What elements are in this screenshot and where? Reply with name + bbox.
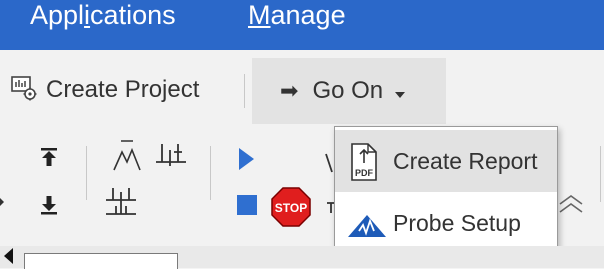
- move-to-bottom-icon[interactable]: [38, 194, 60, 221]
- divider: [600, 146, 601, 202]
- divider: [244, 74, 245, 108]
- menu-item-create-report[interactable]: PDF Create Report: [335, 130, 557, 192]
- menu-applications-text-2: cations: [90, 0, 176, 30]
- spectrum-bars-icon[interactable]: [154, 140, 188, 177]
- ribbon-scroll-icon[interactable]: [0, 198, 4, 206]
- divider: [86, 146, 87, 200]
- pdf-icon-text: PDF: [355, 168, 374, 178]
- play-icon[interactable]: [236, 146, 256, 177]
- menu-item-probe-setup[interactable]: Probe Setup: [335, 192, 557, 254]
- scroll-left-icon[interactable]: [4, 248, 13, 264]
- menu-item-create-report-label: Create Report: [393, 147, 538, 174]
- create-project-icon: [10, 74, 38, 107]
- divider: [210, 146, 211, 200]
- menu-manage-mnemonic: M: [248, 0, 271, 30]
- menu-item-probe-setup-label: Probe Setup: [393, 209, 521, 236]
- go-on-label: Go On: [312, 77, 384, 104]
- pdf-document-icon: PDF: [347, 141, 381, 181]
- create-project-label: Create Project: [46, 76, 200, 103]
- arrow-right-icon: ➡: [280, 78, 299, 103]
- chevron-down-icon: [395, 92, 406, 98]
- go-on-button[interactable]: ➡ Go On: [252, 58, 446, 124]
- partial-tool-icon[interactable]: [324, 150, 334, 179]
- menu-applications-text-1: Appl: [30, 0, 85, 30]
- menu-manage[interactable]: Manage: [248, 0, 346, 36]
- go-on-dropdown-menu: PDF Create Report Probe Setup: [334, 126, 558, 256]
- stop-sign-label: STOP: [275, 201, 307, 215]
- spectrum-grid-icon[interactable]: [104, 184, 138, 223]
- collapse-ribbon-icon[interactable]: [556, 192, 586, 223]
- menu-applications[interactable]: Applications: [30, 0, 176, 36]
- stop-square-icon[interactable]: [236, 194, 258, 221]
- peak-signal-icon[interactable]: [112, 138, 142, 179]
- move-to-top-icon[interactable]: [38, 146, 60, 173]
- document-tab[interactable]: [24, 253, 178, 269]
- stop-sign-icon[interactable]: STOP: [270, 186, 312, 233]
- menu-manage-text: anage: [270, 0, 346, 30]
- create-project-button[interactable]: Create Project: [10, 68, 199, 112]
- probe-setup-icon: [347, 203, 386, 243]
- menu-bar: Applications Manage: [0, 0, 604, 50]
